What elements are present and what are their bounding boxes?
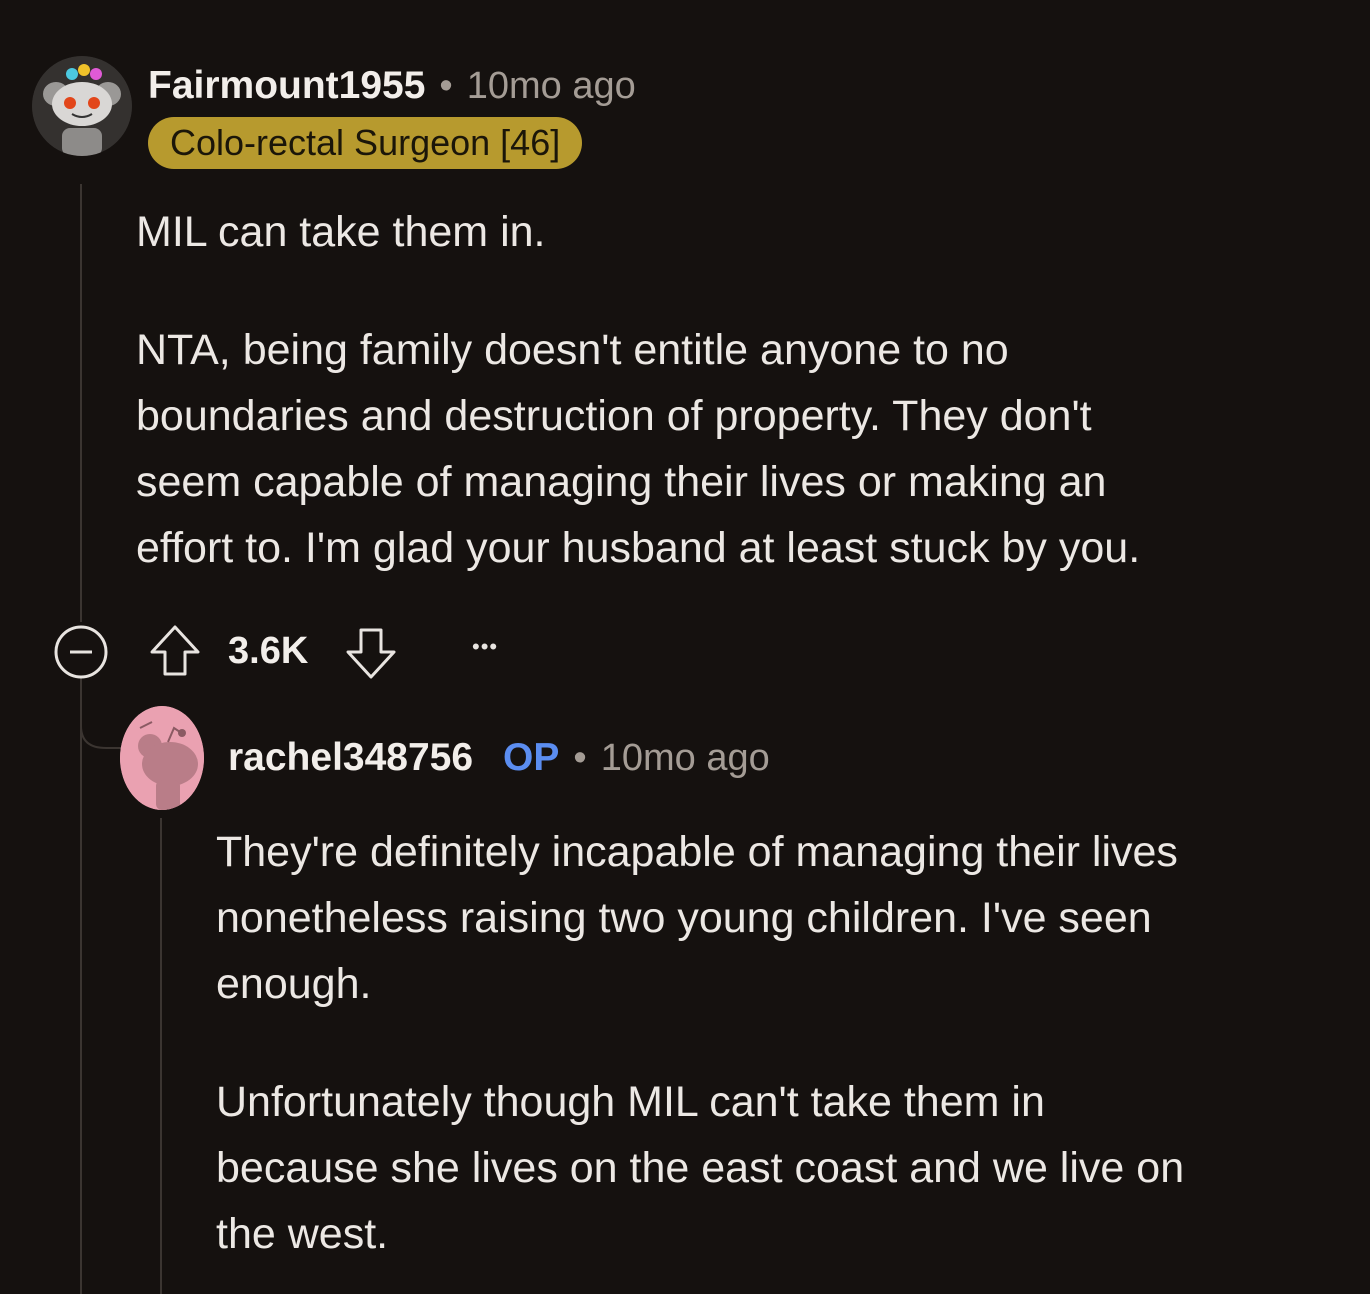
vote-count: 3.6K	[228, 630, 309, 672]
avatar-fairmount1955[interactable]	[32, 56, 132, 156]
avatar-rachel348756[interactable]	[120, 706, 204, 810]
snoo-avatar-icon	[120, 706, 204, 810]
thread-line-main-lower[interactable]	[80, 680, 82, 1294]
thread-line-main[interactable]	[80, 184, 82, 622]
separator-dot: •	[573, 736, 587, 779]
comment-text-line: effort to. I'm glad your husband at leas…	[136, 524, 1141, 572]
reply-body: They're definitely incapable of managing…	[216, 819, 1184, 1267]
downvote-icon[interactable]	[344, 626, 398, 680]
separator-dot: •	[439, 64, 453, 107]
upvote-icon[interactable]	[148, 624, 202, 678]
comment-text-line: MIL can take them in.	[136, 208, 546, 256]
comment-header: Fairmount1955 • 10mo ago	[148, 62, 636, 110]
reply-text-line: They're definitely incapable of managing…	[216, 828, 1178, 876]
more-options-icon[interactable]: •••	[472, 634, 498, 660]
snoo-avatar-icon	[32, 56, 132, 156]
reply-text-line: Unfortunately though MIL can't take them…	[216, 1078, 1045, 1126]
thread-line-reply[interactable]	[160, 818, 162, 1294]
reply-author[interactable]: rachel348756	[228, 736, 473, 780]
reply-text-line: because she lives on the east coast and …	[216, 1144, 1185, 1192]
reply-timestamp[interactable]: 10mo ago	[601, 737, 770, 780]
comment-body: MIL can take them in. NTA, being family …	[136, 199, 1140, 581]
reply-text-line: enough.	[216, 960, 372, 1008]
op-badge: OP	[503, 736, 560, 779]
comment-text-line: boundaries and destruction of property. …	[136, 392, 1092, 440]
comment-timestamp[interactable]: 10mo ago	[467, 65, 636, 108]
comment-text-line: NTA, being family doesn't entitle anyone…	[136, 326, 1009, 374]
collapse-icon[interactable]	[53, 624, 109, 680]
reply-header: rachel348756 OP • 10mo ago	[228, 734, 770, 782]
reply-text-line: nonetheless raising two young children. …	[216, 894, 1152, 942]
comment-text-line: seem capable of managing their lives or …	[136, 458, 1107, 506]
user-flair: Colo-rectal Surgeon [46]	[148, 117, 583, 169]
comment-author[interactable]: Fairmount1955	[148, 64, 425, 108]
reply-text-line: the west.	[216, 1210, 389, 1258]
